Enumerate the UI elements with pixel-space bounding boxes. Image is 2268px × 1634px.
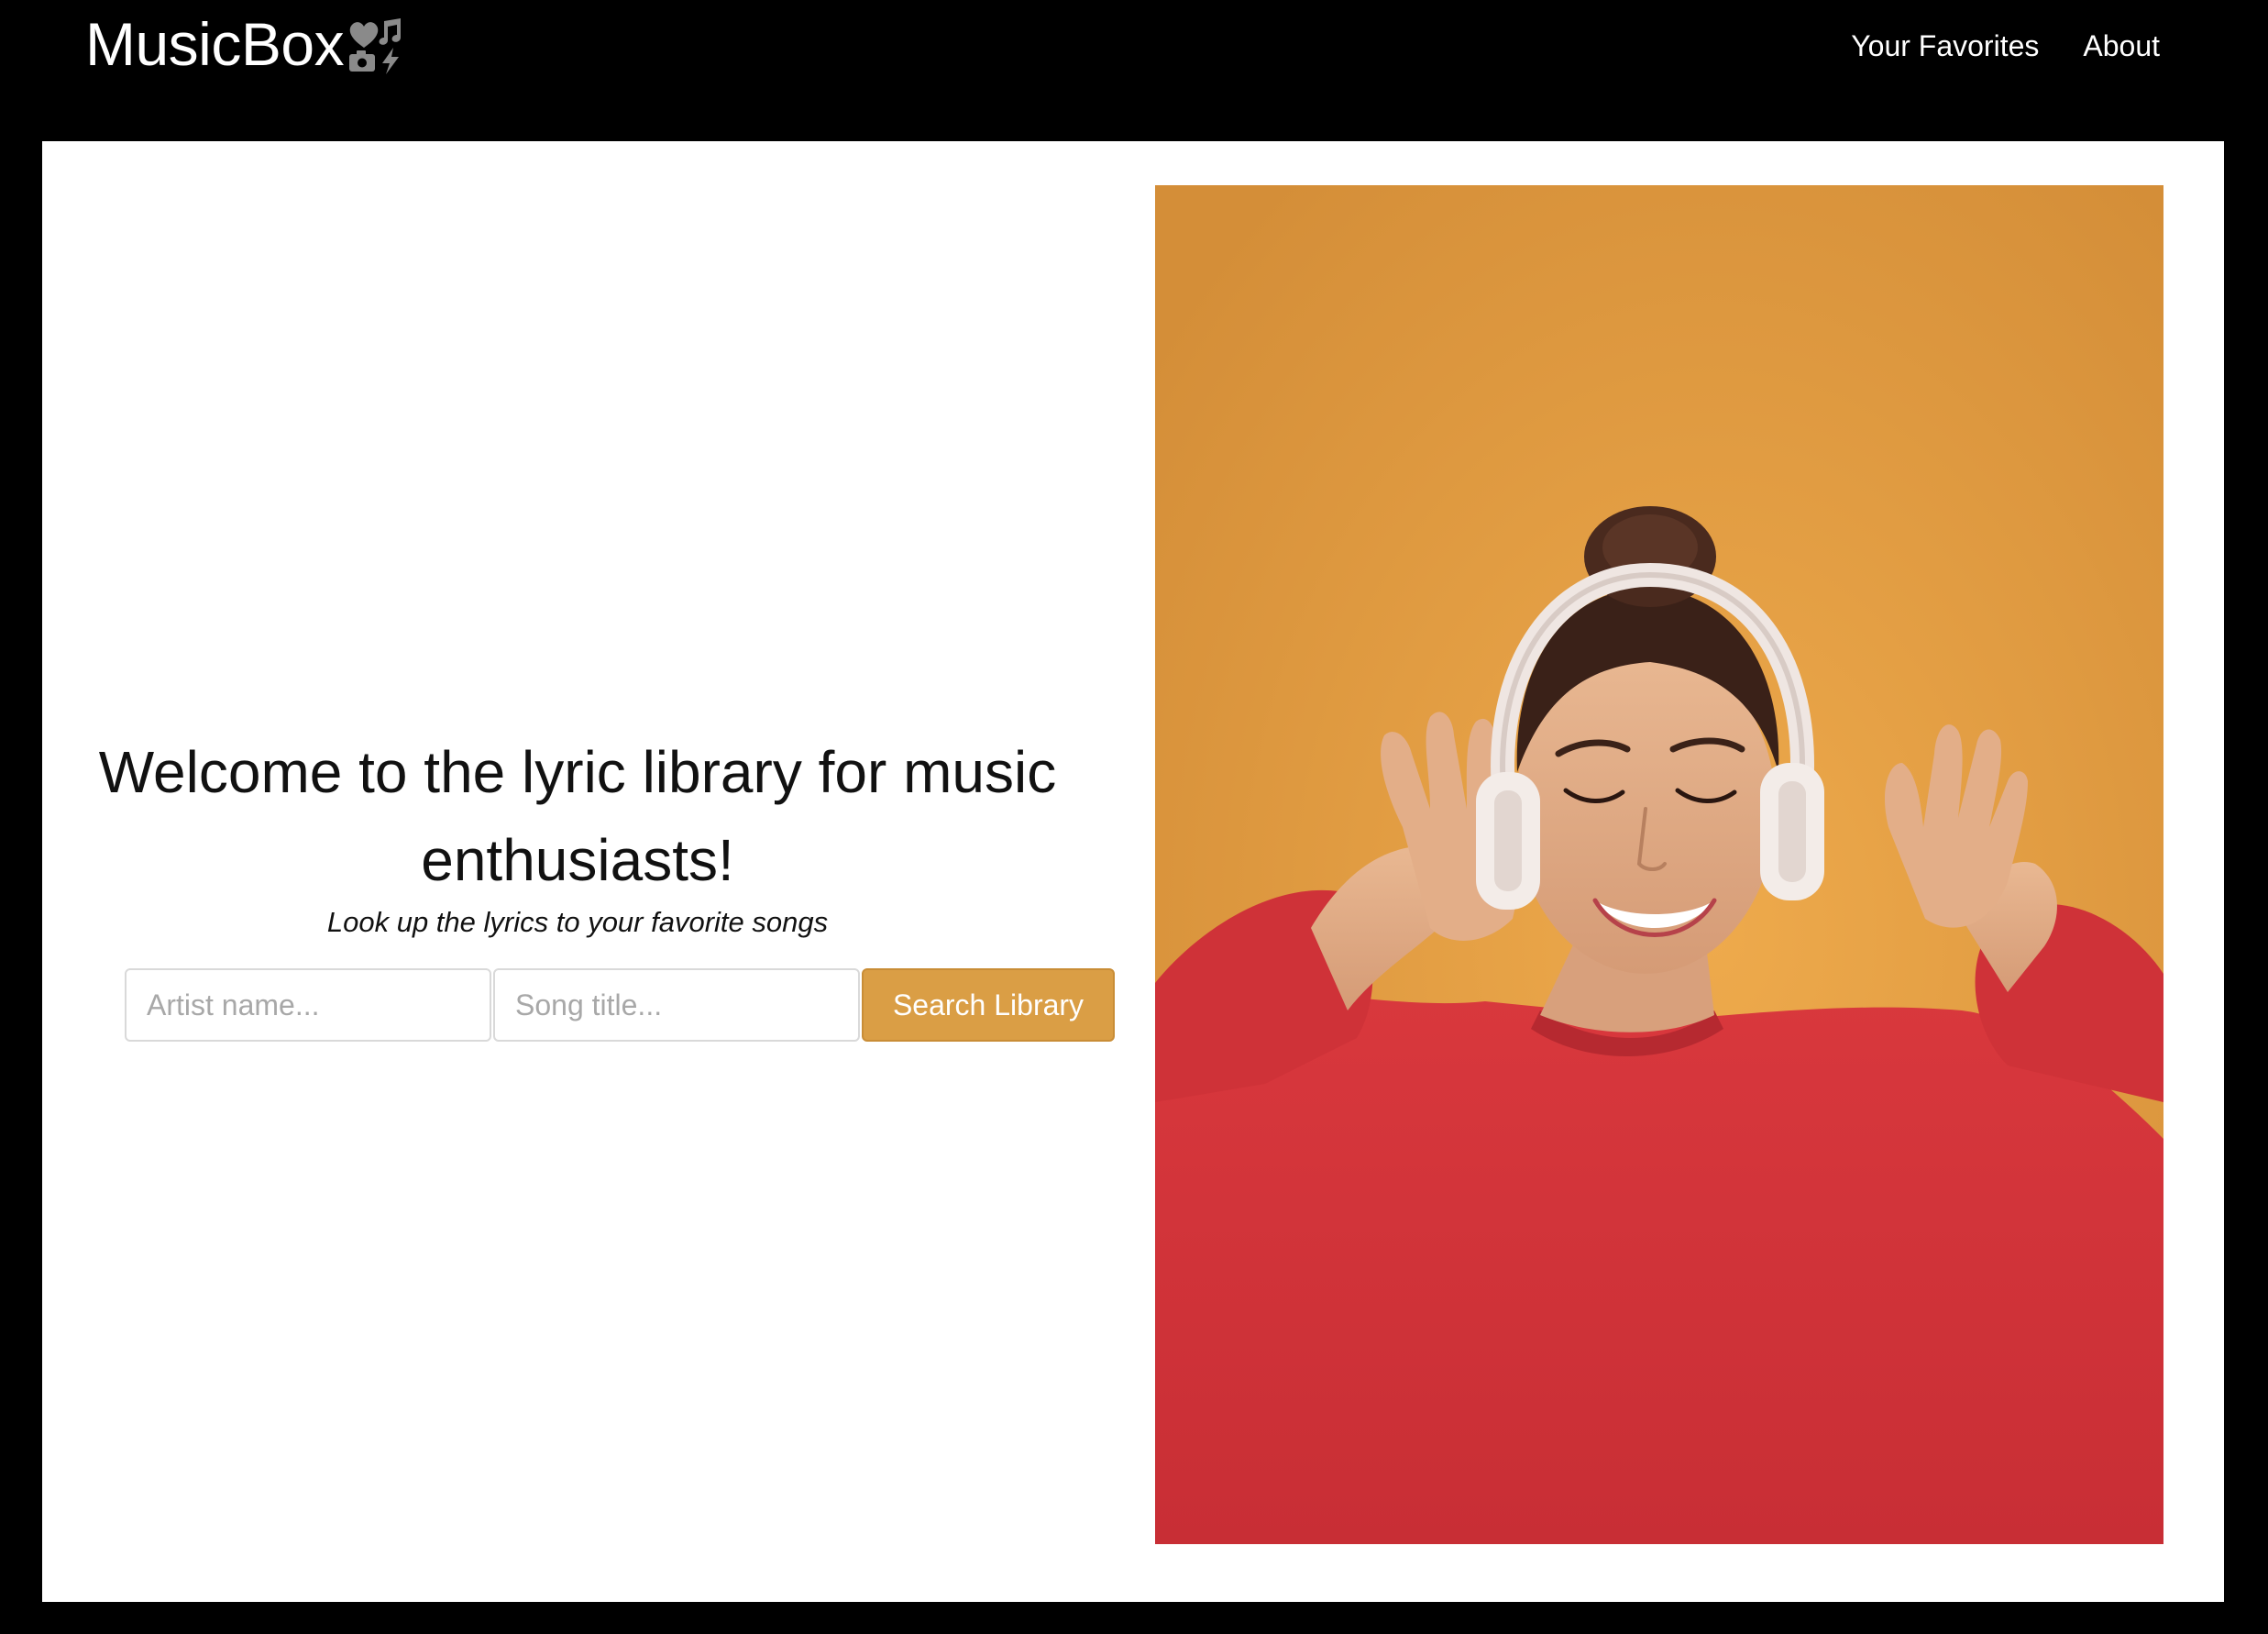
artist-name-input[interactable] [125, 968, 491, 1042]
search-form: Search Library [125, 968, 1115, 1042]
hero-photo-woman-headphones [1155, 185, 2163, 1544]
nav-about[interactable]: About [2083, 24, 2160, 68]
hero-title: Welcome to the lyric library for music e… [98, 739, 1057, 893]
top-navbar: MusicBox Your Favorites About [0, 0, 2268, 140]
search-library-button[interactable]: Search Library [862, 968, 1115, 1042]
hero-text-column: Welcome to the lyric library for music e… [83, 141, 1115, 1602]
hero-subtitle: Look up the lyrics to your favorite song… [326, 906, 829, 938]
nav-your-favorites[interactable]: Your Favorites [1851, 24, 2039, 68]
main-card: Welcome to the lyric library for music e… [42, 141, 2224, 1602]
brand-name: MusicBox [85, 10, 345, 78]
brand-link[interactable]: MusicBox [85, 7, 406, 81]
main-nav: Your Favorites About [1851, 24, 2160, 68]
music-heart-camera-icon [346, 17, 406, 74]
song-title-input[interactable] [493, 968, 860, 1042]
